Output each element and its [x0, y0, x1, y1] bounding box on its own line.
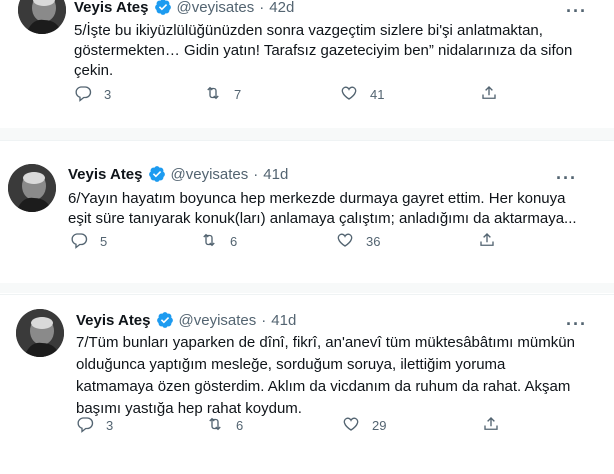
tweet-divider [0, 128, 614, 140]
tweet-divider [0, 283, 614, 293]
tweet-text: 5/İşte bu ikiyüzlülüğünüzden sonra vazge… [74, 22, 573, 79]
author-name[interactable]: Veyis Ateş [74, 0, 149, 16]
like-count: 41 [370, 86, 385, 102]
reply-count: 3 [104, 86, 112, 102]
author-name[interactable]: Veyis Ateş [68, 166, 143, 183]
reply-count: 3 [106, 417, 114, 433]
avatar[interactable] [8, 164, 56, 212]
tweet-text: 6/Yayın hayatım boyunca hep merkezde dur… [68, 190, 577, 227]
like-button[interactable]: 29 [342, 415, 386, 436]
author-handle[interactable]: @veyisates [177, 0, 255, 16]
author-handle[interactable]: @veyisates [179, 312, 257, 329]
share-button[interactable] [482, 415, 500, 436]
separator-dot: · [261, 311, 267, 329]
retweet-icon [204, 84, 222, 105]
tweet-text: 7/Tüm bunları yaparken de dînî, fikrî, a… [76, 334, 575, 417]
share-icon [482, 415, 500, 436]
reply-button[interactable]: 3 [76, 415, 113, 436]
verified-badge-icon [156, 311, 174, 329]
more-icon[interactable]: ··· [556, 169, 577, 187]
like-icon [336, 231, 354, 252]
retweet-button[interactable]: 6 [206, 415, 243, 436]
separator-dot: · [259, 0, 265, 16]
retweet-count: 7 [234, 86, 242, 102]
like-count: 36 [366, 233, 381, 249]
reply-button[interactable]: 5 [70, 231, 107, 252]
separator-dot: · [253, 165, 259, 183]
timestamp[interactable]: 42d [269, 0, 294, 16]
retweet-button[interactable]: 6 [200, 231, 237, 252]
retweet-button[interactable]: 7 [204, 84, 241, 105]
retweet-count: 6 [236, 417, 244, 433]
timestamp[interactable]: 41d [271, 312, 296, 329]
share-button[interactable] [478, 231, 496, 252]
like-button[interactable]: 41 [340, 84, 384, 105]
avatar[interactable] [18, 0, 66, 34]
tweet-card[interactable]: Veyis Ateş @veyisates · 42d ··· 5/İşte b… [0, 0, 614, 128]
reply-button[interactable]: 3 [74, 84, 111, 105]
like-button[interactable]: 36 [336, 231, 380, 252]
retweet-count: 6 [230, 233, 238, 249]
like-count: 29 [372, 417, 387, 433]
retweet-icon [206, 415, 224, 436]
more-icon[interactable]: ··· [566, 2, 587, 20]
share-button[interactable] [480, 84, 498, 105]
retweet-icon [200, 231, 218, 252]
reply-icon [74, 84, 92, 105]
like-icon [342, 415, 360, 436]
reply-count: 5 [100, 233, 108, 249]
verified-badge-icon [148, 165, 166, 183]
verified-badge-icon [154, 0, 172, 16]
avatar[interactable] [16, 309, 64, 357]
share-icon [480, 84, 498, 105]
reply-icon [76, 415, 94, 436]
tweet-card[interactable]: Veyis Ateş @veyisates · 41d ··· 7/Tüm bu… [0, 294, 614, 474]
tweet-card[interactable]: Veyis Ateş @veyisates · 41d ··· 6/Yayın … [0, 140, 614, 291]
author-handle[interactable]: @veyisates [171, 166, 249, 183]
more-icon[interactable]: ··· [566, 315, 587, 333]
reply-icon [70, 231, 88, 252]
like-icon [340, 84, 358, 105]
timestamp[interactable]: 41d [263, 166, 288, 183]
author-name[interactable]: Veyis Ateş [76, 312, 151, 329]
share-icon [478, 231, 496, 252]
